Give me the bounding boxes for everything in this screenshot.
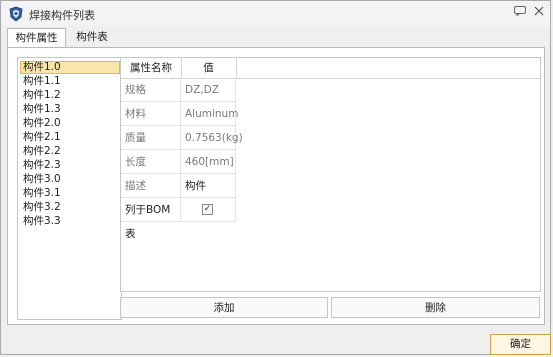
tree-item[interactable]: 构件2.1	[21, 131, 63, 144]
property-value[interactable]: 0.7563(kg)	[181, 126, 243, 150]
table-row[interactable]: 列于BOM表 ✓	[121, 198, 236, 240]
tree-item[interactable]: 构件3.2	[21, 201, 63, 214]
tab-component-properties[interactable]: 构件属性	[7, 28, 66, 49]
grid-header: 属性名称 值	[121, 58, 540, 79]
add-button[interactable]: 添加	[120, 297, 328, 318]
table-row[interactable]: 描述 构件	[121, 174, 236, 198]
component-tree[interactable]: 构件1.0 构件1.1 构件1.2 构件1.3 构件2.0 构件2.1 构件2.…	[17, 57, 122, 320]
table-row[interactable]: 材料 Aluminum	[121, 102, 238, 126]
tree-item[interactable]: 构件2.2	[21, 145, 63, 158]
property-value-checkbox-cell: ✓	[181, 198, 236, 222]
property-value[interactable]: DZ,DZ	[181, 78, 236, 102]
column-header-property-name[interactable]: 属性名称	[121, 58, 182, 78]
tree-item[interactable]: 构件1.0	[20, 61, 120, 74]
tree-item[interactable]: 构件3.0	[21, 173, 63, 186]
properties-panel: 构件1.0 构件1.1 构件1.2 构件1.3 构件2.0 构件2.1 构件2.…	[7, 47, 545, 325]
chat-icon[interactable]	[512, 6, 528, 20]
table-row[interactable]: 质量 0.7563(kg)	[121, 126, 243, 150]
property-value[interactable]: 460[mm]	[181, 150, 236, 174]
ok-button[interactable]: 确定	[490, 334, 551, 355]
window-title: 焊接构件列表	[29, 9, 95, 22]
tree-item[interactable]: 构件2.3	[21, 159, 63, 172]
property-key: 质量	[121, 126, 181, 150]
property-key: 材料	[121, 102, 181, 126]
tab-component-table[interactable]: 构件表	[69, 28, 115, 47]
tree-item[interactable]: 构件2.0	[21, 117, 63, 130]
dialog-window: 焊接构件列表 构件属性 构件表 构件1.0 构件1.1 构件1.2 构件1.3 …	[0, 0, 551, 355]
tree-item[interactable]: 构件1.2	[21, 89, 63, 102]
property-key: 规格	[121, 78, 181, 102]
table-row[interactable]: 规格 DZ,DZ	[121, 78, 236, 102]
tree-item[interactable]: 构件1.3	[21, 103, 63, 116]
title-bar: 焊接构件列表	[1, 1, 550, 26]
app-logo-icon	[9, 6, 23, 22]
tree-item[interactable]: 构件3.3	[21, 215, 63, 228]
property-key: 列于BOM表	[121, 198, 181, 240]
bom-checkbox[interactable]: ✓	[202, 204, 213, 215]
property-key: 长度	[121, 150, 181, 174]
tree-item[interactable]: 构件3.1	[21, 187, 63, 200]
property-grid: 属性名称 值 规格 DZ,DZ 材料 Aluminum 质量 0.7563(kg…	[120, 57, 541, 292]
column-header-value[interactable]: 值	[181, 58, 237, 78]
property-value[interactable]: 构件	[181, 174, 236, 198]
delete-button[interactable]: 删除	[331, 297, 540, 318]
property-key: 描述	[121, 174, 181, 198]
property-value[interactable]: Aluminum	[181, 102, 238, 126]
tree-item[interactable]: 构件1.1	[21, 75, 63, 88]
table-row[interactable]: 长度 460[mm]	[121, 150, 236, 174]
close-icon[interactable]	[531, 6, 547, 20]
